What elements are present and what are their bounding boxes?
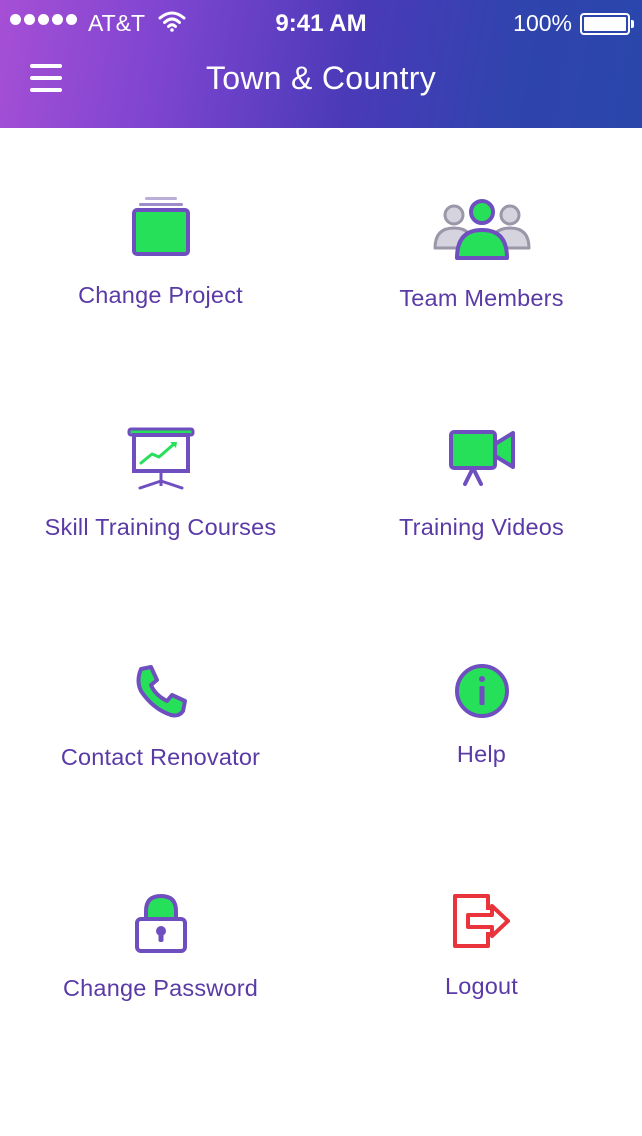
page-title: Town & Country [205,60,437,96]
logout-label: Logout [444,973,519,999]
change-project-label: Change Project [78,282,243,308]
project-icon [131,195,191,264]
lock-icon [133,891,189,960]
change-project-button[interactable]: Change Project [0,178,321,408]
team-members-button[interactable]: Team Members [321,178,642,408]
change-password-label: Change Password [62,975,259,1001]
help-label: Help [456,741,507,767]
change-password-button[interactable]: Change Password [0,868,321,1098]
menu-grid: Change Project Team Members Skill Traini… [0,128,642,1136]
skill-training-courses-button[interactable]: Skill Training Courses [0,408,321,638]
battery-percentage: 100% [513,10,572,36]
info-icon [454,663,510,724]
logout-icon [450,892,514,957]
status-bar: AT&T 9:41 AM 100% [0,0,642,46]
contact-renovator-label: Contact Renovator [60,744,261,770]
presentation-icon [126,426,196,497]
training-videos-label: Training Videos [399,514,564,540]
battery-icon [580,13,634,35]
logout-button[interactable]: Logout [321,868,642,1098]
training-videos-button[interactable]: Training Videos [321,408,642,638]
team-icon [432,198,532,267]
team-members-label: Team Members [399,285,564,311]
app-header: AT&T 9:41 AM 100% Town & Country [0,0,642,128]
skill-training-courses-label: Skill Training Courses [44,514,277,540]
video-camera-icon [447,428,517,495]
help-button[interactable]: Help [321,638,642,868]
contact-renovator-button[interactable]: Contact Renovator [0,638,321,868]
phone-icon [133,663,189,724]
